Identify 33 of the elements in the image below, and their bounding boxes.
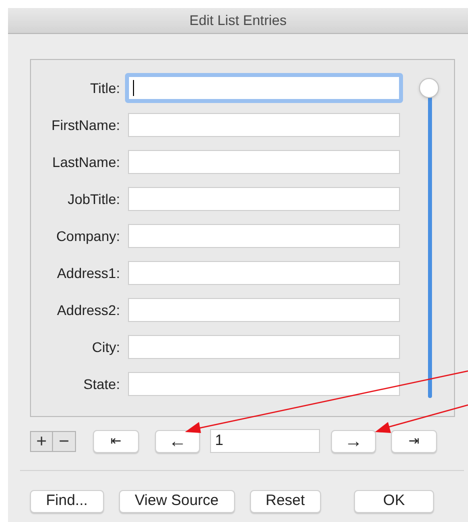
input-field[interactable] xyxy=(128,187,400,211)
input-field[interactable] xyxy=(128,298,400,322)
field-label: State: xyxy=(82,374,121,394)
field-label: Title: xyxy=(89,78,121,98)
dialog-button[interactable]: OK xyxy=(354,490,434,513)
window-title: Edit List Entries xyxy=(189,11,287,30)
add-button[interactable]: + xyxy=(31,432,53,450)
input-field[interactable] xyxy=(128,113,400,137)
field-label: Company: xyxy=(55,226,121,246)
scroll-slider[interactable] xyxy=(419,78,441,398)
dialog-button[interactable]: View Source xyxy=(118,490,235,513)
last-record-button[interactable]: ⇥ xyxy=(391,430,437,452)
next-record-button[interactable]: → xyxy=(331,430,376,452)
remove-button[interactable]: − xyxy=(53,432,75,450)
record-number-field[interactable]: 1 xyxy=(210,429,320,453)
input-field[interactable] xyxy=(128,224,400,248)
field-label: FirstName: xyxy=(50,116,121,134)
field-label: LastName: xyxy=(51,152,121,172)
dialog-button[interactable]: Find... xyxy=(30,490,104,513)
slider-thumb[interactable] xyxy=(419,78,439,98)
input-field[interactable] xyxy=(128,261,400,285)
input-field[interactable] xyxy=(128,335,400,359)
field-label: Address1: xyxy=(56,264,121,282)
previous-record-button[interactable]: ← xyxy=(155,430,200,452)
input-field[interactable] xyxy=(128,150,400,174)
dialog-button[interactable]: Reset xyxy=(250,490,321,513)
input-field[interactable] xyxy=(125,73,403,103)
first-record-button[interactable]: ⇤ xyxy=(93,430,139,452)
text-cursor xyxy=(133,80,134,96)
field-label: JobTitle: xyxy=(66,190,121,208)
field-label: Address2: xyxy=(56,300,121,320)
input-field[interactable] xyxy=(128,372,400,396)
field-label: City: xyxy=(91,338,121,357)
